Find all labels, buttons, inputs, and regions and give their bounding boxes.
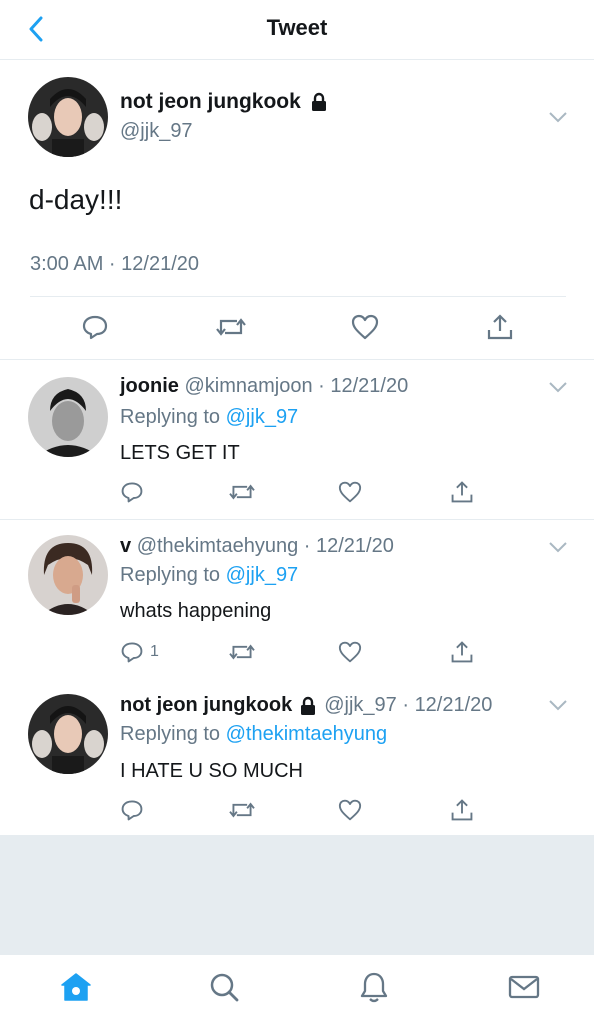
like-button[interactable] xyxy=(338,796,362,824)
like-button[interactable] xyxy=(348,310,382,344)
share-button[interactable] xyxy=(450,478,474,506)
reply-tweet[interactable]: v @thekimtaehyung · 12/21/20 Replying to… xyxy=(0,520,594,680)
reply-tweet[interactable]: joonie @kimnamjoon · 12/21/20 Replying t… xyxy=(0,360,594,520)
replying-to-link[interactable]: @jjk_97 xyxy=(226,406,299,428)
reply-button[interactable] xyxy=(120,796,150,824)
like-button[interactable] xyxy=(338,638,362,666)
bell-icon xyxy=(360,972,388,1003)
reply-actions xyxy=(120,796,480,824)
reply-button[interactable] xyxy=(120,478,150,506)
reply-button[interactable] xyxy=(78,310,112,344)
reply-author-name[interactable]: not jeon jungkook xyxy=(120,694,292,717)
share-icon xyxy=(451,641,473,663)
top-bar: Tweet xyxy=(0,0,594,60)
page-title: Tweet xyxy=(266,15,328,40)
reply-text: LETS GET IT xyxy=(120,442,240,464)
reply-actions: 1 xyxy=(120,638,480,666)
reply-author-handle[interactable]: @thekimtaehyung xyxy=(137,535,299,557)
reply-actions xyxy=(120,478,480,506)
heart-icon xyxy=(351,314,379,340)
heart-icon xyxy=(338,799,362,821)
like-button[interactable] xyxy=(338,478,362,506)
reply-icon xyxy=(121,642,143,663)
avatar[interactable] xyxy=(28,694,108,774)
reply-date: 12/21/20 xyxy=(315,535,394,557)
tab-home[interactable] xyxy=(58,969,94,1005)
search-icon xyxy=(210,973,239,1002)
reply-tweet[interactable]: not jeon jungkook @jjk_97 · 12/21/20 Rep… xyxy=(0,680,594,836)
share-button[interactable] xyxy=(483,310,517,344)
tweet-text: d-day!!! xyxy=(29,184,123,215)
share-icon xyxy=(451,799,473,821)
reply-author-name[interactable]: joonie xyxy=(120,375,179,397)
replying-prefix: Replying to xyxy=(120,564,221,586)
empty-area xyxy=(0,836,594,954)
author-handle[interactable]: @jjk_97 xyxy=(120,120,193,143)
separator-dot: · xyxy=(396,694,415,716)
tweet-actions xyxy=(0,310,594,344)
replying-prefix: Replying to xyxy=(120,723,221,745)
reply-button[interactable]: 1 xyxy=(120,638,159,666)
author-name[interactable]: not jeon jungkook xyxy=(120,90,301,114)
share-button[interactable] xyxy=(450,796,474,824)
bottom-tab-bar xyxy=(0,954,594,1024)
retweet-button[interactable] xyxy=(228,478,256,506)
heart-icon xyxy=(338,481,362,503)
chevron-down-icon[interactable] xyxy=(548,380,568,394)
tab-notifications[interactable] xyxy=(356,969,392,1005)
separator-dot: · xyxy=(298,535,316,557)
chevron-down-icon[interactable] xyxy=(548,110,568,124)
separator-dot: · xyxy=(312,375,331,397)
divider xyxy=(30,296,566,297)
retweet-icon xyxy=(229,802,255,818)
reply-text: whats happening xyxy=(120,600,272,622)
tweet-timestamp: 3:00 AM · 12/21/20 xyxy=(30,253,200,275)
reply-date: 12/21/20 xyxy=(414,694,493,716)
avatar[interactable] xyxy=(28,535,108,615)
retweet-icon xyxy=(216,318,246,336)
reply-author-handle[interactable]: @kimnamjoon xyxy=(184,375,312,397)
retweet-button[interactable] xyxy=(228,796,256,824)
reply-text: I HATE U SO MUCH xyxy=(120,760,303,782)
replying-to-link[interactable]: @jjk_97 xyxy=(226,564,299,586)
retweet-icon xyxy=(229,484,255,500)
chevron-down-icon[interactable] xyxy=(548,540,568,554)
replying-to-link[interactable]: @thekimtaehyung xyxy=(226,723,388,745)
tab-messages[interactable] xyxy=(506,969,542,1005)
mail-icon xyxy=(508,975,540,999)
share-button[interactable] xyxy=(450,638,474,666)
reply-author-handle[interactable]: @jjk_97 xyxy=(324,694,397,716)
home-icon xyxy=(61,973,91,1001)
chevron-down-icon[interactable] xyxy=(548,698,568,712)
reply-count: 1 xyxy=(150,643,159,660)
share-icon xyxy=(451,481,473,503)
retweet-button[interactable] xyxy=(214,310,248,344)
retweet-icon xyxy=(229,644,255,660)
heart-icon xyxy=(338,641,362,663)
lock-icon xyxy=(298,696,318,716)
reply-icon xyxy=(121,800,143,821)
tab-search[interactable] xyxy=(206,969,242,1005)
reply-icon xyxy=(82,315,108,340)
reply-date: 12/21/20 xyxy=(330,375,409,397)
reply-author-name[interactable]: v xyxy=(120,535,131,557)
main-tweet: not jeon jungkook @jjk_97 d-day!!! 3:00 … xyxy=(0,60,594,360)
reply-icon xyxy=(121,482,143,503)
replying-prefix: Replying to xyxy=(120,406,221,428)
avatar[interactable] xyxy=(28,77,108,157)
lock-icon xyxy=(309,92,329,112)
avatar[interactable] xyxy=(28,377,108,457)
retweet-button[interactable] xyxy=(228,638,256,666)
share-icon xyxy=(487,314,513,340)
